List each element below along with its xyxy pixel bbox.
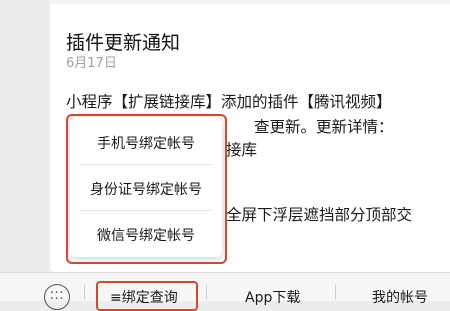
message-title: 插件更新通知 [66, 32, 181, 54]
tab-divider [335, 284, 336, 300]
bind-query-popup-menu: 手机号绑定帐号 身份证号绑定帐号 微信号绑定帐号 [70, 117, 222, 257]
menu-item-id-card-bind[interactable]: 身份证号绑定帐号 [80, 166, 212, 211]
menu-divider [80, 210, 212, 211]
keyboard-icon[interactable]: ∙∙∙ ∙∙∙ [44, 284, 70, 310]
tab-app-download[interactable]: App下载 [245, 287, 300, 307]
message-line-5: 全屏下浮层遮挡部分顶部交 [226, 206, 413, 224]
menu-item-phone-bind[interactable]: 手机号绑定帐号 [80, 120, 212, 165]
tab-divider [84, 284, 85, 300]
tab-my-account[interactable]: 我的帐号 [372, 287, 428, 307]
menu-divider [80, 164, 212, 165]
tab-divider [206, 284, 207, 300]
message-date: 6月17日 [66, 56, 117, 71]
tab-highlight-frame [96, 281, 198, 311]
card-top-edge [50, 0, 450, 4]
message-line-1: 小程序【扩展链接库】添加的插件【腾讯视频】 [66, 93, 392, 111]
message-line-2: 查更新。更新详情： [254, 118, 394, 136]
message-line-3: 接库 [226, 141, 258, 159]
menu-item-wechat-bind[interactable]: 微信号绑定帐号 [80, 212, 212, 257]
